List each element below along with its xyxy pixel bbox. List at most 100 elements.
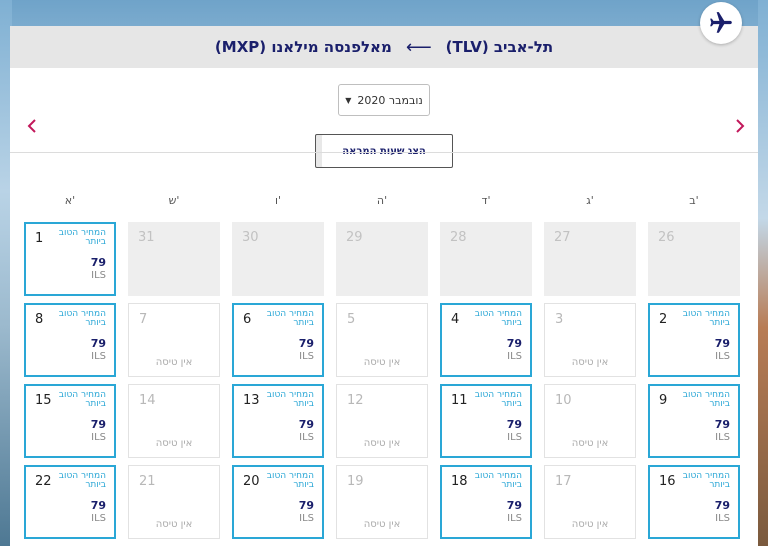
route-title: תל-אביב (TLV) ⟵ מאלפנסה מילאנו (MXP) bbox=[10, 26, 758, 68]
calendar-day-cell: 26 bbox=[648, 222, 740, 296]
calendar-day-cell[interactable]: 4 המחיר הטוב ביותר 79 ILS bbox=[440, 303, 532, 377]
day-number: 29 bbox=[346, 230, 363, 245]
next-month-button[interactable] bbox=[732, 116, 748, 138]
destination-label: מאלפנסה מילאנו (MXP) bbox=[214, 38, 392, 56]
day-number: 31 bbox=[138, 230, 155, 245]
price-value: 79 bbox=[298, 418, 314, 431]
prev-month-button[interactable] bbox=[24, 116, 40, 138]
day-number: 2 bbox=[659, 312, 668, 327]
price-value: 79 bbox=[90, 499, 106, 512]
price-value: 79 bbox=[714, 499, 730, 512]
currency-label: ILS bbox=[715, 432, 730, 443]
price-value: 79 bbox=[714, 337, 730, 350]
best-price-label: המחיר הטוב ביותר bbox=[682, 390, 730, 409]
currency-label: ILS bbox=[507, 432, 522, 443]
day-number: 1 bbox=[35, 231, 44, 246]
no-flight-label: אין טיסה bbox=[155, 357, 193, 368]
currency-label: ILS bbox=[91, 432, 106, 443]
currency-label: ILS bbox=[507, 513, 522, 524]
no-flight-label: אין טיסה bbox=[363, 519, 401, 530]
day-number: 9 bbox=[659, 393, 668, 408]
month-select[interactable]: ▼ נובמבר 2020 bbox=[338, 84, 430, 116]
calendar-day-cell[interactable]: 20 המחיר הטוב ביותר 79 ILS bbox=[232, 465, 324, 539]
weekday-label: ה' bbox=[376, 194, 388, 207]
calendar-day-cell: 5 אין טיסה bbox=[336, 303, 428, 377]
day-number: 4 bbox=[451, 312, 460, 327]
chevron-right-icon bbox=[736, 119, 745, 133]
background-right-strip bbox=[758, 0, 768, 546]
no-flight-label: אין טיסה bbox=[155, 519, 193, 530]
weekday-label: ב' bbox=[689, 194, 699, 207]
currency-label: ILS bbox=[91, 513, 106, 524]
calendar-day-cell[interactable]: 2 המחיר הטוב ביותר 79 ILS bbox=[648, 303, 740, 377]
day-number: 28 bbox=[450, 230, 467, 245]
calendar-day-cell[interactable]: 22 המחיר הטוב ביותר 79 ILS bbox=[24, 465, 116, 539]
show-departure-times-button[interactable]: הצג שעות המראה bbox=[315, 134, 453, 168]
price-value: 79 bbox=[90, 418, 106, 431]
weekday-label: ו' bbox=[274, 194, 282, 207]
flight-calendar-panel: תל-אביב (TLV) ⟵ מאלפנסה מילאנו (MXP) ▼ נ… bbox=[10, 26, 758, 546]
best-price-label: המחיר הטוב ביותר bbox=[58, 471, 106, 490]
day-number: 18 bbox=[451, 474, 468, 489]
day-number: 11 bbox=[451, 393, 468, 408]
calendar-day-cell[interactable]: 8 המחיר הטוב ביותר 79 ILS bbox=[24, 303, 116, 377]
currency-label: ILS bbox=[715, 513, 730, 524]
weekday-label: ד' bbox=[481, 194, 491, 207]
day-number: 16 bbox=[659, 474, 676, 489]
calendar-day-cell: 12 אין טיסה bbox=[336, 384, 428, 458]
price-value: 79 bbox=[298, 337, 314, 350]
no-flight-label: אין טיסה bbox=[363, 438, 401, 449]
no-flight-label: אין טיסה bbox=[155, 438, 193, 449]
best-price-label: המחיר הטוב ביותר bbox=[58, 228, 106, 247]
calendar-day-cell: 21 אין טיסה bbox=[128, 465, 220, 539]
calendar-day-cell[interactable]: 6 המחיר הטוב ביותר 79 ILS bbox=[232, 303, 324, 377]
calendar-day-cell[interactable]: 15 המחיר הטוב ביותר 79 ILS bbox=[24, 384, 116, 458]
caret-down-icon: ▼ bbox=[345, 95, 352, 105]
calendar-day-cell[interactable]: 1 המחיר הטוב ביותר 79 ILS bbox=[24, 222, 116, 296]
day-number: 27 bbox=[554, 230, 571, 245]
day-number: 30 bbox=[242, 230, 259, 245]
currency-label: ILS bbox=[91, 351, 106, 362]
route-header: תל-אביב (TLV) ⟵ מאלפנסה מילאנו (MXP) bbox=[10, 26, 758, 68]
day-number: 12 bbox=[347, 393, 364, 408]
day-number: 7 bbox=[139, 312, 148, 327]
day-number: 22 bbox=[35, 474, 52, 489]
calendar-day-cell: 30 bbox=[232, 222, 324, 296]
best-price-label: המחיר הטוב ביותר bbox=[266, 471, 314, 490]
weekday-label: א' bbox=[64, 194, 76, 207]
chevron-left-icon bbox=[27, 119, 36, 133]
price-value: 79 bbox=[506, 499, 522, 512]
price-value: 79 bbox=[714, 418, 730, 431]
best-price-label: המחיר הטוב ביותר bbox=[682, 309, 730, 328]
no-flight-label: אין טיסה bbox=[571, 519, 609, 530]
calendar-day-cell[interactable]: 9 המחיר הטוב ביותר 79 ILS bbox=[648, 384, 740, 458]
calendar-day-cell[interactable]: 18 המחיר הטוב ביותר 79 ILS bbox=[440, 465, 532, 539]
day-number: 21 bbox=[139, 474, 156, 489]
day-number: 20 bbox=[243, 474, 260, 489]
price-value: 79 bbox=[506, 418, 522, 431]
calendar-day-cell[interactable]: 13 המחיר הטוב ביותר 79 ILS bbox=[232, 384, 324, 458]
calendar-day-cell[interactable]: 11 המחיר הטוב ביותר 79 ILS bbox=[440, 384, 532, 458]
day-number: 8 bbox=[35, 312, 44, 327]
month-select-value: נובמבר 2020 bbox=[357, 93, 423, 107]
calendar-day-cell: 7 אין טיסה bbox=[128, 303, 220, 377]
best-price-label: המחיר הטוב ביותר bbox=[58, 309, 106, 328]
day-number: 14 bbox=[139, 393, 156, 408]
calendar-day-cell: 10 אין טיסה bbox=[544, 384, 636, 458]
calendar-day-cell: 19 אין טיסה bbox=[336, 465, 428, 539]
calendar-day-cell: 17 אין טיסה bbox=[544, 465, 636, 539]
day-number: 3 bbox=[555, 312, 564, 327]
no-flight-label: אין טיסה bbox=[363, 357, 401, 368]
currency-label: ILS bbox=[507, 351, 522, 362]
best-price-label: המחיר הטוב ביותר bbox=[474, 471, 522, 490]
price-value: 79 bbox=[90, 337, 106, 350]
day-number: 6 bbox=[243, 312, 252, 327]
day-number: 5 bbox=[347, 312, 356, 327]
best-price-label: המחיר הטוב ביותר bbox=[474, 309, 522, 328]
flight-icon-button[interactable] bbox=[700, 2, 742, 44]
day-number: 10 bbox=[555, 393, 572, 408]
no-flight-label: אין טיסה bbox=[571, 357, 609, 368]
currency-label: ILS bbox=[299, 513, 314, 524]
calendar-day-cell[interactable]: 16 המחיר הטוב ביותר 79 ILS bbox=[648, 465, 740, 539]
currency-label: ILS bbox=[299, 432, 314, 443]
